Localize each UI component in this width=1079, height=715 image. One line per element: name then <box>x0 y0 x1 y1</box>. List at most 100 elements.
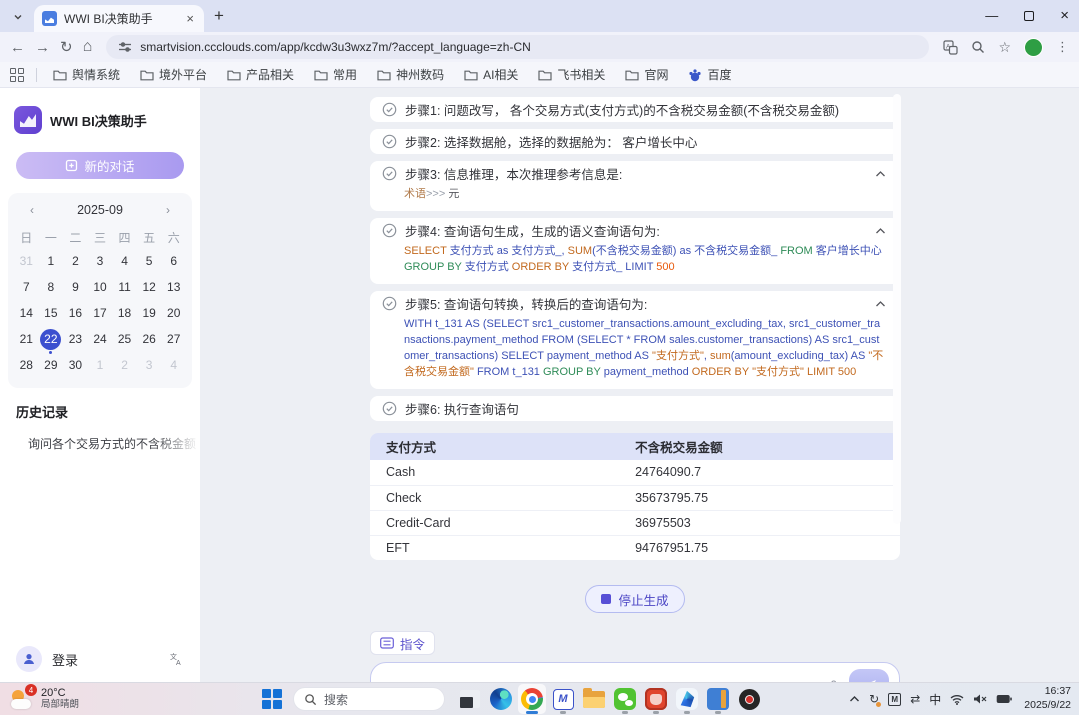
collapse-chevron-icon[interactable] <box>875 165 886 183</box>
taskbar-app-pixel-app[interactable] <box>704 684 732 714</box>
translate-icon[interactable]: A <box>943 40 958 55</box>
calendar-day[interactable]: 29 <box>39 352 64 378</box>
collapse-chevron-icon[interactable] <box>875 295 886 313</box>
calendar-day[interactable]: 1 <box>39 248 64 274</box>
calendar-day[interactable]: 16 <box>63 300 88 326</box>
language-switch-icon[interactable]: 文A <box>170 652 184 666</box>
bookmark-item[interactable]: 神州数码 <box>371 64 450 85</box>
profile-avatar[interactable] <box>1024 38 1043 57</box>
calendar-day[interactable]: 15 <box>39 300 64 326</box>
bookmark-item[interactable]: 常用 <box>308 64 363 85</box>
battery-icon[interactable] <box>996 694 1012 704</box>
calendar-next-icon[interactable]: › <box>166 203 170 217</box>
volume-muted-icon[interactable] <box>973 693 987 705</box>
calendar-day[interactable]: 24 <box>88 326 113 352</box>
calendar-day[interactable]: 1 <box>88 352 113 378</box>
history-item[interactable]: 询问各个交易方式的不含税金额 <box>0 425 200 458</box>
bookmark-star-icon[interactable]: ☆ <box>998 39 1011 56</box>
taskbar-search[interactable]: 搜索 <box>293 687 445 711</box>
calendar-day[interactable]: 31 <box>14 248 39 274</box>
calendar-day[interactable]: 3 <box>88 248 113 274</box>
back-button[interactable]: ← <box>10 40 25 55</box>
taskbar-app-wechat[interactable] <box>611 684 639 714</box>
calendar-prev-icon[interactable]: ‹ <box>30 203 34 217</box>
bookmark-item[interactable]: 产品相关 <box>221 64 300 85</box>
calendar-day[interactable]: 6 <box>161 248 186 274</box>
browser-menu-icon[interactable]: ⋮ <box>1056 39 1069 55</box>
tab-search-chevron-icon[interactable] <box>8 7 28 27</box>
calendar-day[interactable]: 18 <box>112 300 137 326</box>
sync-tray-icon[interactable]: ↻ <box>869 692 879 706</box>
command-button[interactable]: 指令 <box>370 631 435 655</box>
send-button[interactable] <box>849 669 889 682</box>
taskbar-app-m-doc[interactable]: M <box>549 684 577 714</box>
calendar-day[interactable]: 12 <box>137 274 162 300</box>
calendar-day[interactable]: 19 <box>137 300 162 326</box>
taskbar-app-file-explorer[interactable] <box>580 684 608 714</box>
start-button[interactable] <box>262 689 282 709</box>
calendar-day[interactable]: 17 <box>88 300 113 326</box>
data-transfer-icon[interactable]: ⇄ <box>910 692 920 706</box>
message-input-box[interactable]: 0 <box>370 662 900 682</box>
calendar-day[interactable]: 30 <box>63 352 88 378</box>
stop-generating-button[interactable]: 停止生成 <box>585 585 684 613</box>
message-input[interactable] <box>385 663 818 682</box>
calendar-day[interactable]: 28 <box>14 352 39 378</box>
calendar-day[interactable]: 22 <box>39 326 64 352</box>
window-minimize-button[interactable]: — <box>985 8 998 23</box>
new-conversation-button[interactable]: 新的对话 <box>16 152 184 179</box>
tray-chevron-up-icon[interactable] <box>849 695 860 703</box>
calendar-day[interactable]: 14 <box>14 300 39 326</box>
forward-button[interactable]: → <box>35 40 50 55</box>
apps-grid-icon[interactable] <box>10 68 24 82</box>
taskbar-app-recorder-app[interactable] <box>735 684 763 714</box>
calendar-day[interactable]: 20 <box>161 300 186 326</box>
calendar-day[interactable]: 7 <box>14 274 39 300</box>
bookmark-item[interactable]: 境外平台 <box>134 64 213 85</box>
taskbar-app-red-app[interactable] <box>642 684 670 714</box>
calendar-day[interactable]: 25 <box>112 326 137 352</box>
calendar-day[interactable]: 11 <box>112 274 137 300</box>
collapse-chevron-icon[interactable] <box>875 222 886 240</box>
login-row[interactable]: 登录 文A <box>0 646 200 672</box>
calendar-day[interactable]: 3 <box>137 352 162 378</box>
bookmark-item[interactable]: AI相关 <box>458 64 524 85</box>
window-close-button[interactable]: × <box>1060 7 1069 24</box>
calendar-day[interactable]: 23 <box>63 326 88 352</box>
taskbar-clock[interactable]: 16:37 2025/9/22 <box>1024 685 1071 712</box>
site-controls-icon[interactable] <box>118 40 132 54</box>
calendar-day[interactable]: 2 <box>63 248 88 274</box>
m-tray-icon[interactable]: M <box>888 693 901 706</box>
calendar-day[interactable]: 8 <box>39 274 64 300</box>
taskbar-app-blue-app[interactable] <box>673 684 701 714</box>
weather-widget[interactable]: 4 20°C 局部晴朗 <box>0 687 89 711</box>
new-tab-button[interactable]: + <box>214 6 224 26</box>
taskbar-app-task-view[interactable] <box>456 684 484 714</box>
url-bar[interactable]: smartvision.ccclouds.com/app/kcdw3u3wxz7… <box>106 35 929 59</box>
wifi-icon[interactable] <box>950 694 964 705</box>
home-button[interactable]: ⌂ <box>83 39 93 55</box>
scrollbar[interactable] <box>893 94 901 524</box>
calendar-day[interactable]: 9 <box>63 274 88 300</box>
calendar-day[interactable]: 13 <box>161 274 186 300</box>
calendar-day[interactable]: 5 <box>137 248 162 274</box>
reload-button[interactable]: ↻ <box>60 40 73 55</box>
bookmark-item[interactable]: 官网 <box>619 64 674 85</box>
calendar-day[interactable]: 27 <box>161 326 186 352</box>
calendar-day[interactable]: 26 <box>137 326 162 352</box>
calendar-day[interactable]: 4 <box>112 248 137 274</box>
window-maximize-button[interactable] <box>1024 11 1034 21</box>
ime-indicator[interactable]: 中 <box>929 691 941 708</box>
taskbar-app-edge[interactable] <box>487 684 515 714</box>
tab-close-icon[interactable]: × <box>184 11 196 26</box>
browser-tab[interactable]: WWI BI决策助手 × <box>34 5 204 32</box>
bookmark-item[interactable]: 百度 <box>682 64 737 85</box>
bookmark-item[interactable]: 飞书相关 <box>532 64 611 85</box>
calendar-day[interactable]: 2 <box>112 352 137 378</box>
search-icon[interactable] <box>971 40 985 54</box>
calendar-day[interactable]: 21 <box>14 326 39 352</box>
taskbar-app-chrome[interactable] <box>518 684 546 714</box>
calendar-day[interactable]: 4 <box>161 352 186 378</box>
bookmark-item[interactable]: 舆情系统 <box>47 64 126 85</box>
calendar-day[interactable]: 10 <box>88 274 113 300</box>
